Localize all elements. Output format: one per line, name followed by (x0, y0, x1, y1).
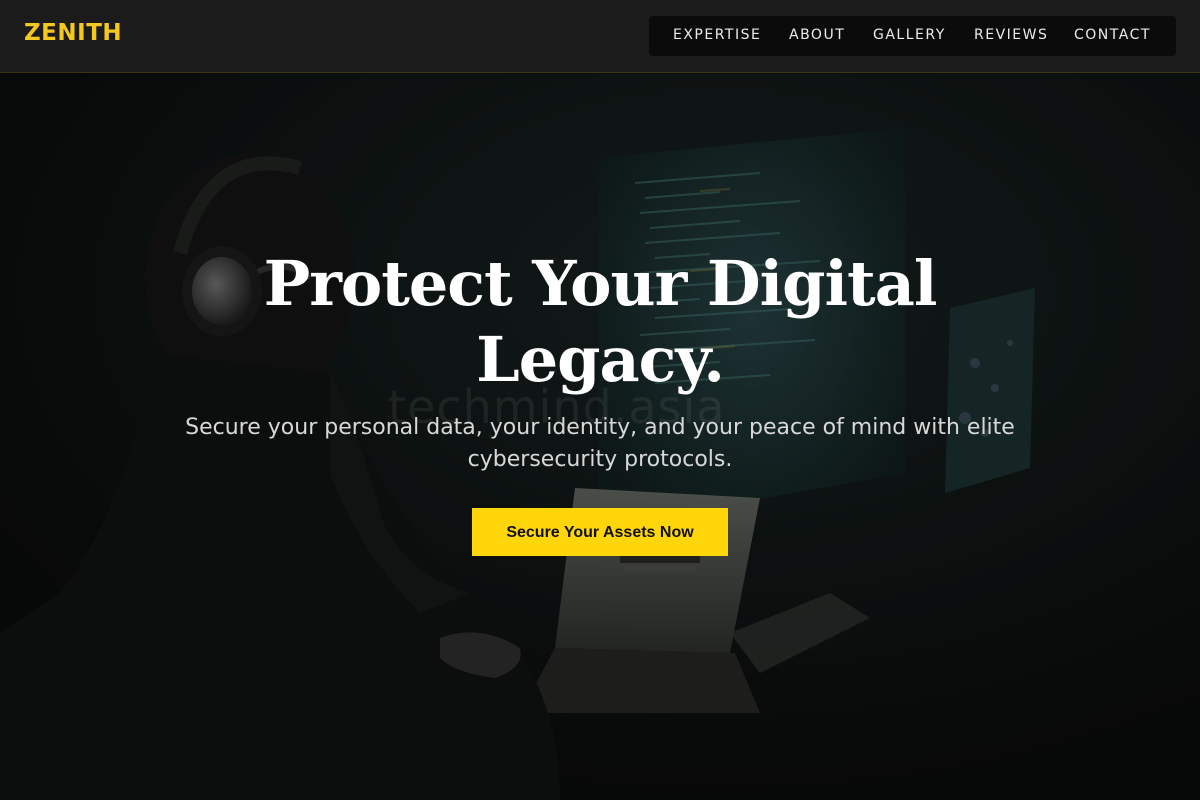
nav-item-gallery[interactable]: GALLERY (873, 27, 946, 43)
hero-headline-line-2: Legacy. (476, 323, 725, 396)
nav-item-about[interactable]: ABOUT (789, 27, 845, 43)
hero-subheading-line-1: Secure your personal data, your identity… (185, 415, 1015, 440)
hero-subheading-line-2: cybersecurity protocols. (467, 447, 733, 472)
site-header: ZENITH EXPERTISE ABOUT GALLERY REVIEWS C… (0, 0, 1200, 73)
main-nav: EXPERTISE ABOUT GALLERY REVIEWS CONTACT (649, 16, 1176, 56)
nav-item-reviews[interactable]: REVIEWS (974, 27, 1048, 43)
hero-subheading: Secure your personal data, your identity… (160, 412, 1040, 476)
hero-headline: Protect Your Digital Legacy. (200, 246, 1000, 398)
hero-headline-line-1: Protect Your Digital (263, 247, 938, 320)
nav-item-expertise[interactable]: EXPERTISE (673, 27, 761, 43)
brand-logo[interactable]: ZENITH (24, 20, 122, 46)
nav-item-contact[interactable]: CONTACT (1074, 27, 1151, 43)
secure-assets-button[interactable]: Secure Your Assets Now (472, 508, 728, 556)
